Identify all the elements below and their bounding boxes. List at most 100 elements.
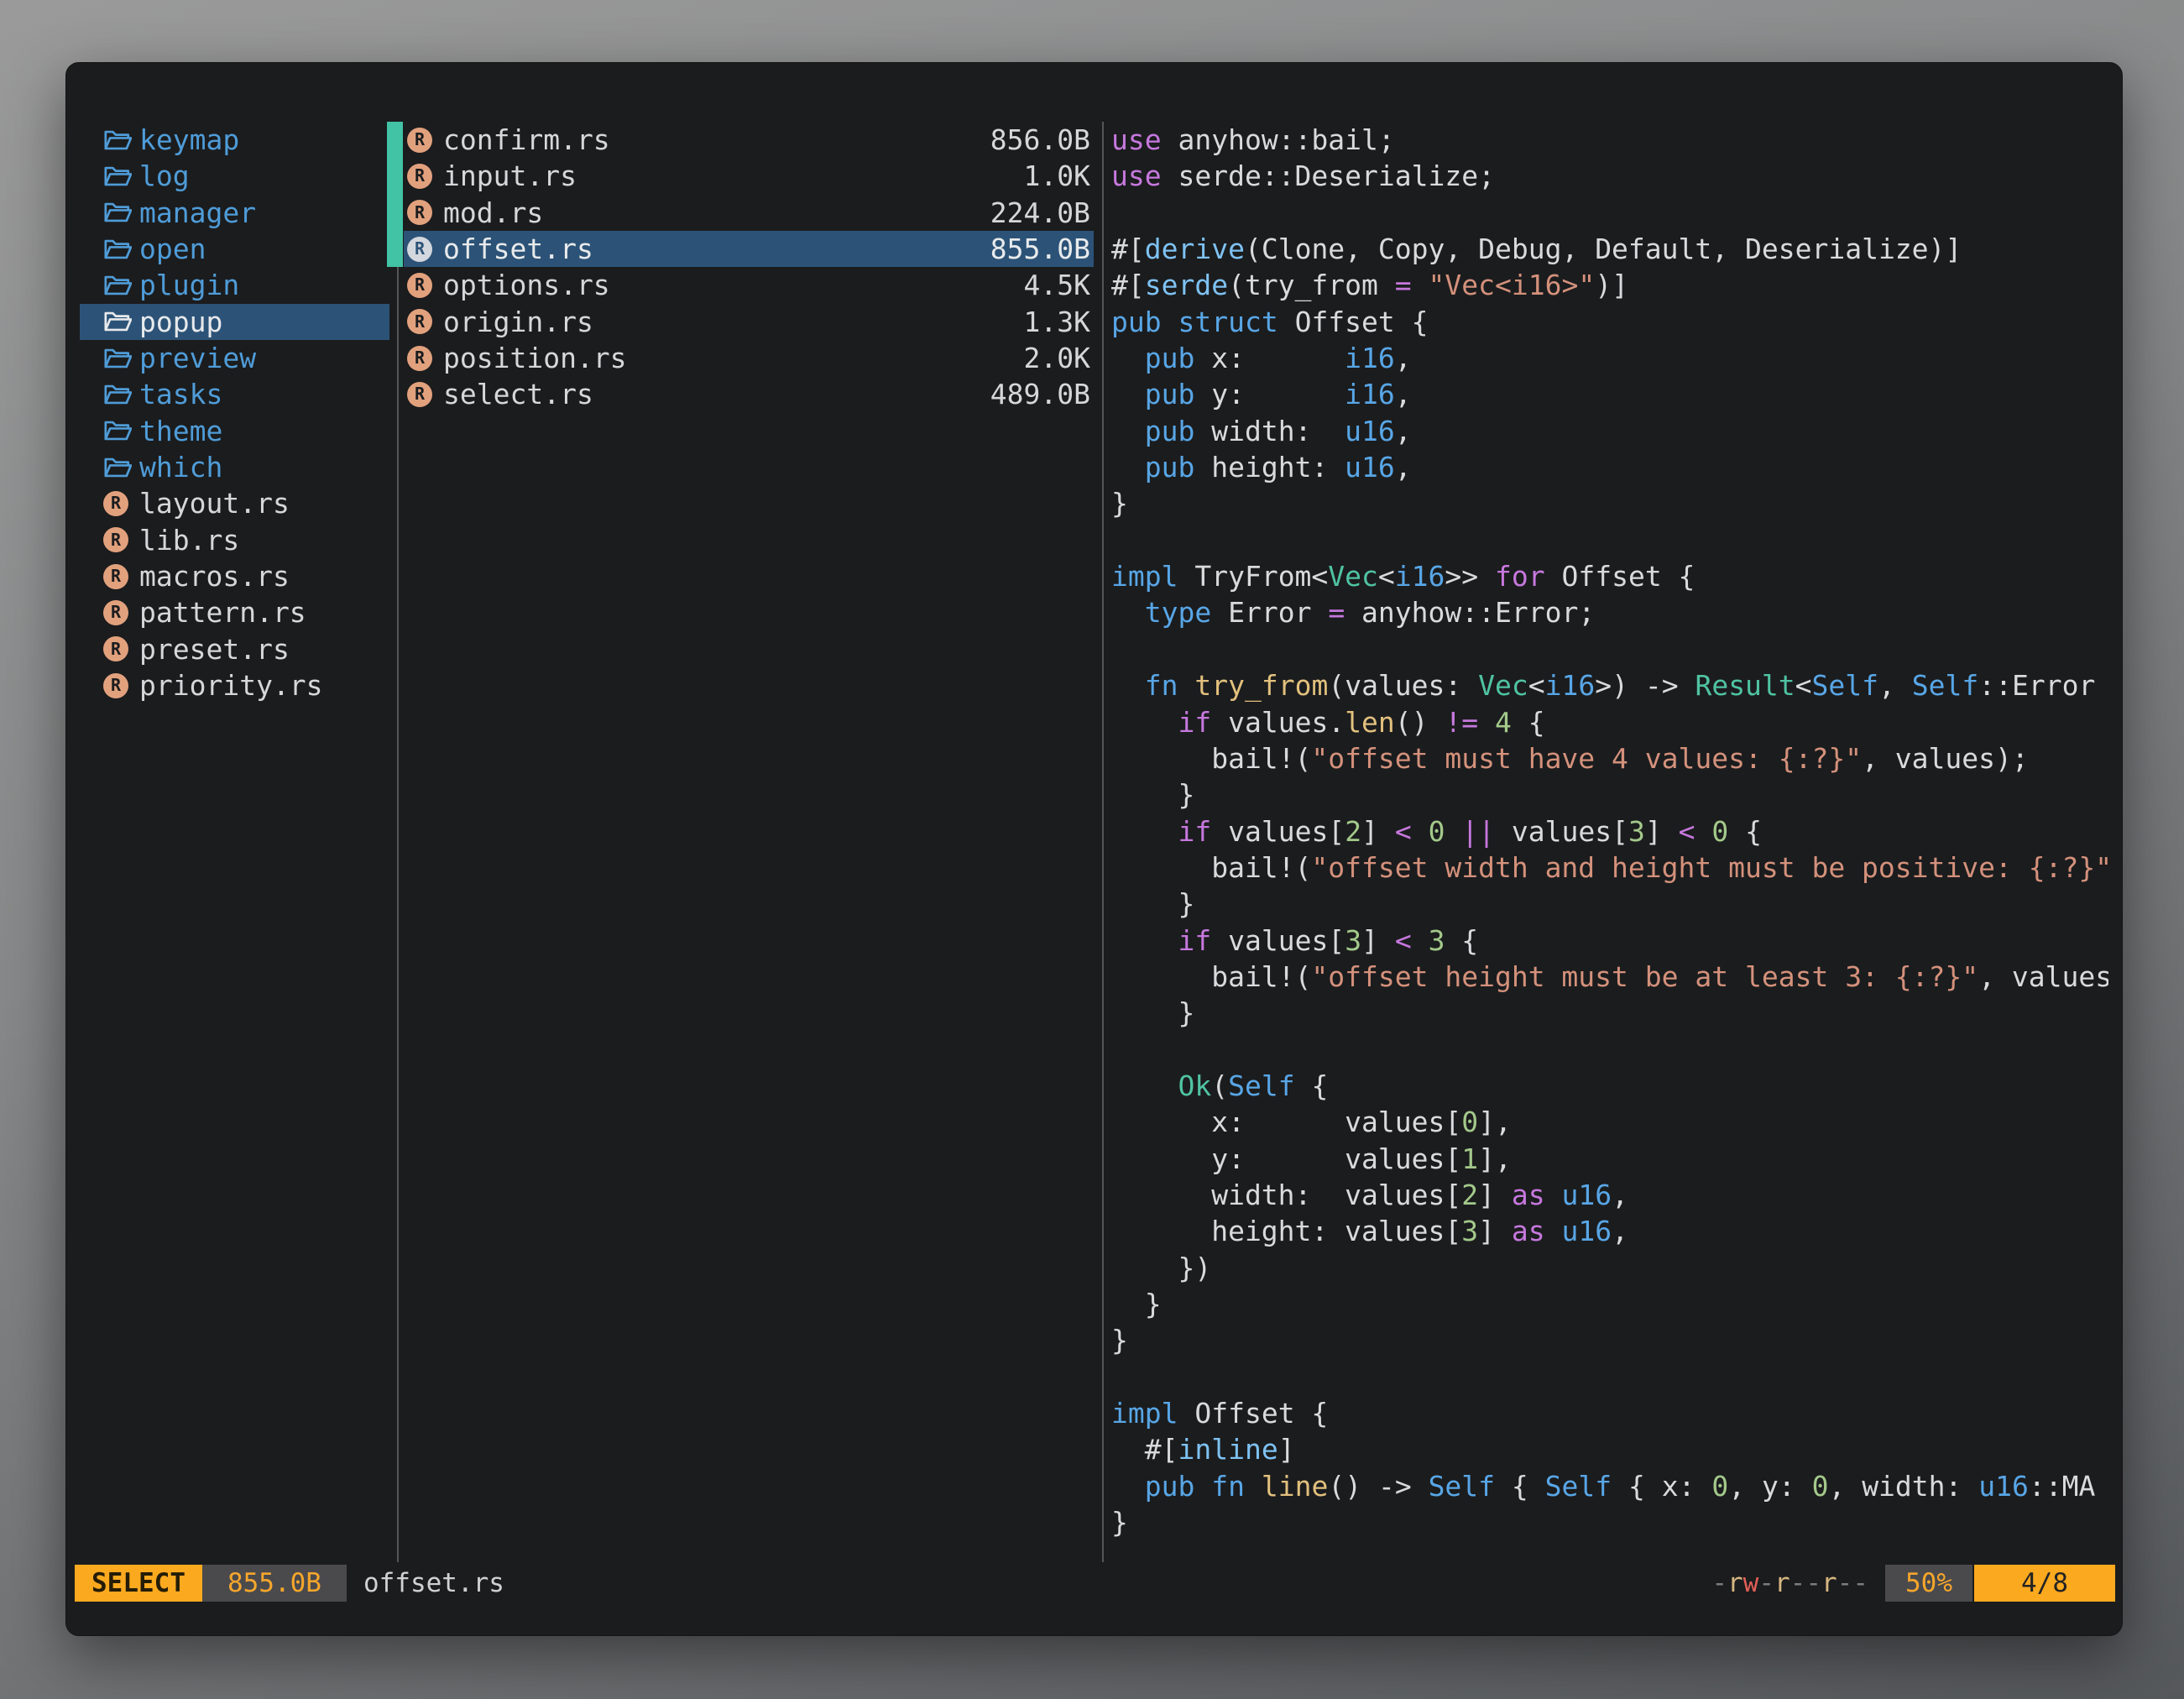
code-line: fn try_from(values: Vec<i16>) -> Result<… [1111, 667, 2108, 703]
file-size: 855.0B [990, 231, 1090, 267]
file-row-select-rs[interactable]: Rselect.rs489.0B [387, 376, 1102, 412]
sidebar-item-pattern-rs[interactable]: Rpattern.rs [80, 594, 397, 630]
file-row-offset-rs[interactable]: Roffset.rs 855.0B [387, 231, 1102, 267]
sidebar-item-preview[interactable]: preview [80, 340, 397, 376]
sidebar-item-log[interactable]: log [80, 158, 397, 194]
code-line: bail!("offset height must be at least 3:… [1111, 959, 2108, 995]
sidebar-item-open[interactable]: open [80, 231, 397, 267]
folder-open-icon [103, 162, 133, 191]
file-size: 4.5K [1024, 267, 1090, 303]
rust-file-icon: R [407, 128, 432, 153]
code-line: pub x: i16, [1111, 340, 2108, 376]
folder-open-icon [103, 271, 133, 300]
file-row-mod-rs[interactable]: Rmod.rs224.0B [387, 195, 1102, 231]
code-line: impl Offset { [1111, 1395, 2108, 1431]
rust-file-icon: R [103, 491, 128, 516]
file-size: 1.0K [1024, 158, 1090, 194]
sidebar-item-preset-rs[interactable]: Rpreset.rs [80, 631, 397, 667]
mode-badge: SELECT [75, 1565, 202, 1602]
code-line [1111, 195, 2108, 231]
folder-open-icon [103, 453, 133, 482]
current-directory-pane: Rconfirm.rs856.0BRinput.rs1.0KRmod.rs224… [387, 122, 1102, 413]
code-line: if values.len() != 4 { [1111, 704, 2108, 740]
code-line: #[inline] [1111, 1431, 2108, 1467]
code-line: Ok(Self { [1111, 1068, 2108, 1104]
sidebar-item-label: which [139, 449, 222, 485]
code-line: } [1111, 1322, 2108, 1358]
rust-file-icon: R [103, 636, 128, 661]
code-line: } [1111, 886, 2108, 922]
code-line: pub struct Offset { [1111, 304, 2108, 340]
code-line: }) [1111, 1250, 2108, 1286]
sidebar-item-label: preset.rs [139, 631, 290, 667]
folder-open-icon [103, 344, 133, 373]
code-line: } [1111, 776, 2108, 813]
code-line: x: values[0], [1111, 1104, 2108, 1140]
pane-divider-right [1102, 122, 1104, 1562]
file-row-origin-rs[interactable]: Rorigin.rs 1.3K [387, 304, 1102, 340]
sidebar-item-label: keymap [139, 122, 239, 158]
file-row-input-rs[interactable]: Rinput.rs 1.0K [387, 158, 1102, 194]
file-name: origin.rs [443, 304, 593, 340]
rust-file-icon: R [103, 600, 128, 625]
file-size: 856.0B [990, 122, 1090, 158]
rust-file-icon: R [407, 309, 432, 334]
code-line: height: values[3] as u16, [1111, 1213, 2108, 1249]
code-line [1111, 631, 2108, 667]
rust-file-icon: R [407, 273, 432, 298]
sidebar-item-keymap[interactable]: keymap [80, 122, 397, 158]
code-line [1111, 1032, 2108, 1068]
code-line: pub height: u16, [1111, 449, 2108, 485]
yazi-terminal-window: keymaplogmanageropenpluginpopuppreviewta… [65, 62, 2123, 1636]
rust-file-icon: R [407, 237, 432, 262]
file-name: select.rs [443, 376, 593, 412]
sidebar-item-theme[interactable]: theme [80, 413, 397, 449]
code-line: } [1111, 995, 2108, 1031]
visual-selection-marker [387, 122, 403, 267]
sidebar-item-macros-rs[interactable]: Rmacros.rs [80, 558, 397, 594]
file-name: position.rs [443, 340, 627, 376]
code-line [1111, 1359, 2108, 1395]
status-filename: offset.rs [363, 1568, 504, 1598]
sidebar-item-layout-rs[interactable]: Rlayout.rs [80, 485, 397, 521]
file-row-options-rs[interactable]: Roptions.rs4.5K [387, 267, 1102, 303]
code-line: #[derive(Clone, Copy, Debug, Default, De… [1111, 231, 2108, 267]
code-line: type Error = anyhow::Error; [1111, 594, 2108, 630]
folder-open-icon [103, 126, 133, 154]
code-preview-pane: use anyhow::bail;use serde::Deserialize;… [1111, 122, 2108, 1562]
sidebar-item-label: plugin [139, 267, 239, 303]
rust-file-icon: R [103, 527, 128, 552]
file-size-badge: 855.0B [202, 1565, 347, 1602]
sidebar-item-which[interactable]: which [80, 449, 397, 485]
code-line: #[serde(try_from = "Vec<i16>")] [1111, 267, 2108, 303]
cursor-position-badge: 4/8 [1974, 1565, 2115, 1602]
sidebar-item-priority-rs[interactable]: Rpriority.rs [80, 667, 397, 703]
sidebar-item-manager[interactable]: manager [80, 195, 397, 231]
file-name: input.rs [443, 158, 577, 194]
file-size: 1.3K [1024, 304, 1090, 340]
status-bar-left: SELECT 855.0B offset.rs [75, 1565, 504, 1602]
code-line: if values[2] < 0 || values[3] < 0 { [1111, 813, 2108, 850]
rust-file-icon: R [407, 200, 432, 225]
rust-file-icon: R [103, 673, 128, 698]
sidebar-item-label: log [139, 158, 190, 194]
code-line: if values[3] < 3 { [1111, 923, 2108, 959]
scroll-percent-badge: 50% [1885, 1565, 1972, 1602]
folder-open-icon [103, 380, 133, 409]
file-row-position-rs[interactable]: Rposition.rs2.0K [387, 340, 1102, 376]
code-line: use serde::Deserialize; [1111, 158, 2108, 194]
sidebar-item-label: preview [139, 340, 256, 376]
code-line: } [1111, 1286, 2108, 1322]
code-line: y: values[1], [1111, 1141, 2108, 1177]
rust-file-icon: R [407, 164, 432, 189]
status-bar-right: -rw-r--r-- 50% 4/8 [1711, 1565, 2115, 1602]
sidebar-item-tasks[interactable]: tasks [80, 376, 397, 412]
sidebar-item-popup[interactable]: popup [80, 304, 389, 340]
code-line: } [1111, 1504, 2108, 1540]
sidebar-item-plugin[interactable]: plugin [80, 267, 397, 303]
code-line: width: values[2] as u16, [1111, 1177, 2108, 1213]
file-name: offset.rs [443, 231, 593, 267]
sidebar-item-label: layout.rs [139, 485, 290, 521]
sidebar-item-lib-rs[interactable]: Rlib.rs [80, 522, 397, 558]
file-row-confirm-rs[interactable]: Rconfirm.rs856.0B [387, 122, 1102, 158]
